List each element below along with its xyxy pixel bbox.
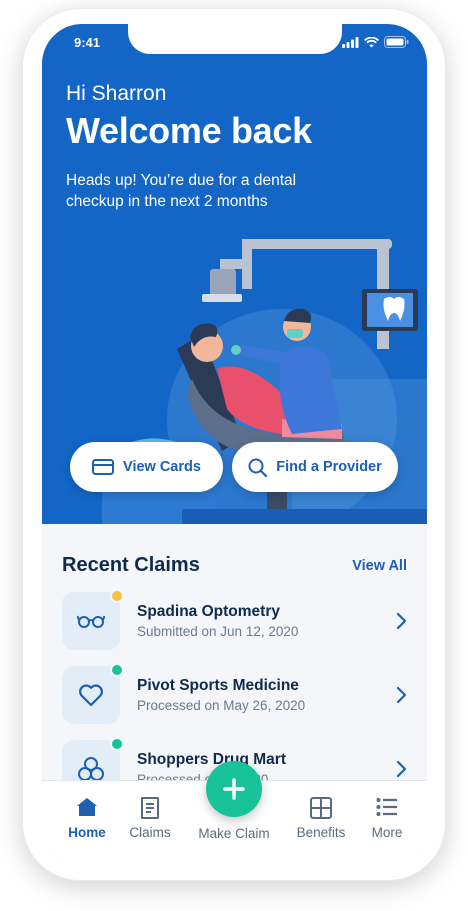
find-provider-button[interactable]: Find a Provider — [232, 442, 398, 492]
pending-status-dot — [110, 589, 124, 603]
view-all-link[interactable]: View All — [352, 558, 407, 574]
view-cards-label: View Cards — [123, 459, 201, 475]
tab-benefits[interactable]: Benefits — [286, 781, 356, 840]
recent-claims-title: Recent Claims — [62, 554, 200, 576]
claim-icon-tile — [62, 663, 124, 724]
battery-icon — [384, 36, 409, 48]
claim-provider-name: Pivot Sports Medicine — [137, 677, 299, 694]
grid-icon — [310, 797, 332, 819]
list-icon — [376, 798, 397, 816]
tab-home[interactable]: Home — [52, 781, 122, 840]
claim-icon-tile — [62, 589, 124, 650]
home-icon — [77, 798, 97, 816]
search-icon — [248, 458, 268, 477]
plus-icon — [223, 778, 245, 800]
chevron-right-icon — [396, 612, 407, 630]
claim-provider-name: Spadina Optometry — [137, 603, 280, 620]
wifi-icon — [364, 36, 379, 47]
document-icon — [141, 797, 159, 819]
greeting-text: Hi Sharron — [66, 82, 167, 105]
signal-icon — [342, 36, 359, 48]
welcome-title: Welcome back — [66, 110, 312, 151]
make-claim-button[interactable] — [206, 761, 262, 817]
heart-icon — [79, 684, 103, 707]
claim-provider-name: Shoppers Drug Mart — [137, 751, 286, 768]
app-screen: 9:41 Hi Sharron Welcome back Heads up! Y… — [42, 24, 427, 867]
tab-claims-label: Claims — [129, 825, 171, 840]
processed-status-dot — [110, 663, 124, 677]
claim-status-text: Submitted on Jun 12, 2020 — [137, 624, 299, 639]
card-icon — [92, 459, 115, 475]
view-cards-button[interactable]: View Cards — [70, 442, 223, 492]
find-provider-label: Find a Provider — [276, 459, 382, 475]
processed-status-dot — [110, 737, 124, 751]
device-notch — [128, 24, 342, 54]
claim-row-pivot[interactable]: Pivot Sports Medicine Processed on May 2… — [62, 663, 407, 724]
chevron-right-icon — [396, 760, 407, 778]
tab-home-label: Home — [68, 825, 106, 840]
dental-reminder: Heads up! You’re due for a dental checku… — [66, 172, 297, 210]
pills-icon — [78, 757, 104, 781]
glasses-icon — [77, 615, 105, 628]
make-claim-label: Make Claim — [198, 826, 270, 841]
welcome-hero: 9:41 Hi Sharron Welcome back Heads up! Y… — [42, 24, 427, 524]
chevron-right-icon — [396, 686, 407, 704]
tab-more-label: More — [371, 825, 403, 840]
tab-more[interactable]: More — [352, 781, 422, 840]
tab-benefits-label: Benefits — [296, 825, 346, 840]
claim-row-spadina[interactable]: Spadina Optometry Submitted on Jun 12, 2… — [62, 589, 407, 650]
tab-claims[interactable]: Claims — [115, 781, 185, 840]
status-icons — [342, 36, 409, 48]
claim-status-text: Processed on May 26, 2020 — [137, 698, 306, 713]
bottom-tab-bar: Home Claims Make Claim Benefits More — [42, 761, 427, 867]
status-time: 9:41 — [74, 35, 101, 50]
